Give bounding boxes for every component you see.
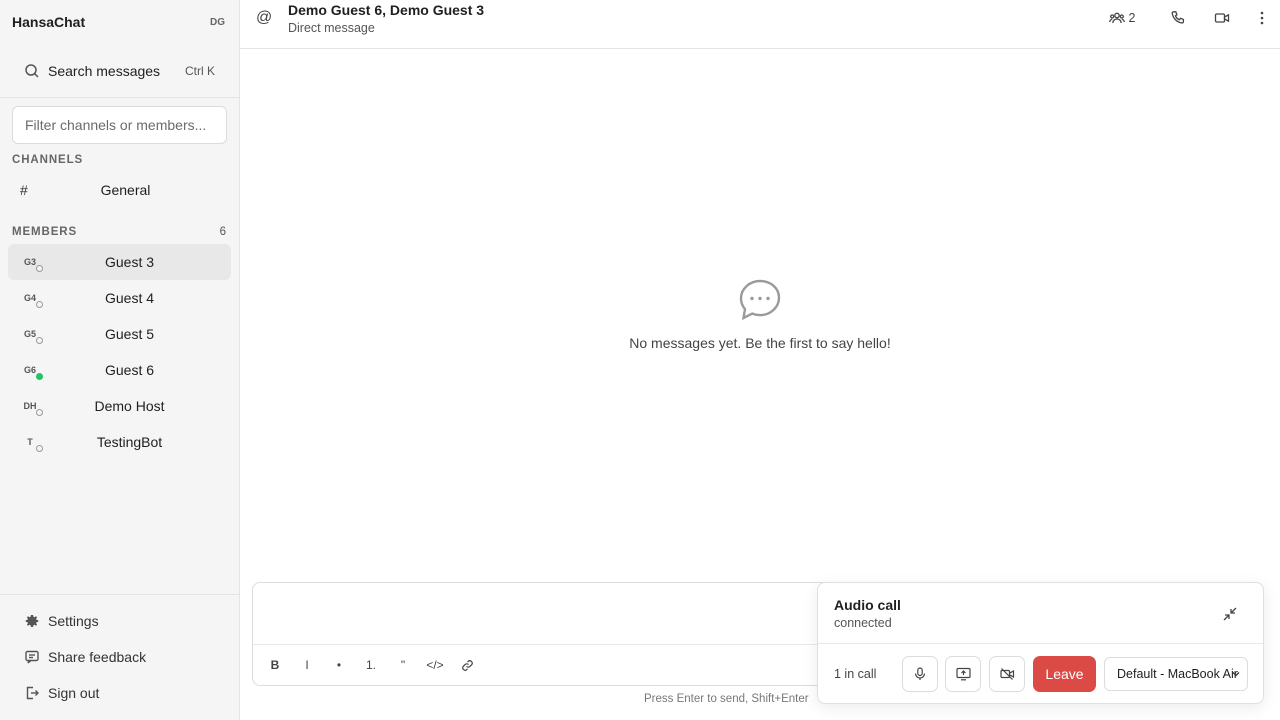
channels-heading: CHANNELS [12, 154, 84, 166]
camera-toggle-button[interactable] [989, 656, 1025, 692]
channel-item-general[interactable]: # General [8, 174, 231, 206]
search-messages-button[interactable]: Search messages Ctrl K [0, 54, 239, 88]
member-name: Guest 6 [104, 362, 155, 378]
share-feedback-button[interactable]: Share feedback [0, 639, 239, 675]
users-icon [1108, 12, 1125, 24]
chat-bubble-icon [739, 279, 781, 321]
empty-state-message: No messages yet. Be the first to say hel… [629, 335, 891, 351]
sidebar-footer: Settings Share feedback Sign out [0, 594, 239, 720]
avatar: DH [20, 396, 43, 416]
call-title: Audio call [834, 597, 901, 613]
video-call-button[interactable] [1200, 0, 1244, 36]
search-label: Search messages [48, 63, 161, 79]
chevron-down-icon [1232, 672, 1240, 677]
link-button[interactable] [451, 649, 483, 681]
italic-button[interactable]: I [291, 649, 323, 681]
call-status: connected [834, 616, 892, 630]
settings-label: Settings [48, 613, 99, 629]
presence-indicator [36, 265, 43, 272]
avatar: T [20, 432, 43, 452]
conversation-subtitle: Direct message [288, 21, 375, 35]
avatar: G6 [20, 360, 43, 380]
video-icon [1214, 13, 1230, 23]
bullet-list-button[interactable]: • [323, 649, 355, 681]
presence-indicator [36, 301, 43, 308]
sign-out-icon [26, 686, 39, 700]
member-item-guest-5[interactable]: G5 Guest 5 [8, 316, 231, 352]
member-name: Guest 5 [104, 326, 155, 342]
member-name: TestingBot [96, 434, 163, 450]
sign-out-label: Sign out [48, 685, 100, 701]
in-call-count: 1 in call [834, 667, 877, 681]
member-item-demo-host[interactable]: DH Demo Host [8, 388, 231, 424]
participants-button[interactable]: 2 [1098, 0, 1146, 36]
member-item-testingbot[interactable]: T TestingBot [8, 424, 231, 460]
channel-label: General [100, 182, 151, 198]
share-feedback-label: Share feedback [48, 649, 147, 665]
more-options-button[interactable] [1244, 0, 1280, 36]
format-toolbar: B I • 1. " </> [259, 649, 483, 681]
call-panel: Audio call connected 1 in call Leave Def… [817, 582, 1264, 704]
channel-hash-icon: # [20, 182, 28, 198]
member-item-guest-6[interactable]: G6 Guest 6 [8, 352, 231, 388]
brand-row: HansaChat DG [0, 0, 239, 44]
conversation-header: @ Demo Guest 6, Demo Guest 3 Direct mess… [240, 0, 1280, 49]
minimize-call-button[interactable] [1219, 603, 1241, 625]
screen-share-icon [955, 667, 971, 681]
presence-indicator [36, 445, 43, 452]
avatar: G5 [20, 324, 43, 344]
call-panel-divider [818, 643, 1263, 644]
more-vertical-icon [1260, 11, 1264, 25]
header-actions: 2 [1098, 0, 1280, 36]
participants-count: 2 [1128, 11, 1136, 25]
bold-button[interactable]: B [259, 649, 291, 681]
members-count: 6 [219, 226, 226, 238]
member-name: Demo Host [94, 398, 165, 414]
gear-icon [25, 615, 39, 627]
app-brand: HansaChat [12, 14, 86, 30]
phone-icon [1171, 11, 1185, 24]
audio-call-button[interactable] [1156, 0, 1200, 36]
member-name: Guest 3 [104, 254, 155, 270]
selected-device: Default - MacBook Air [1117, 667, 1238, 681]
presence-indicator [36, 409, 43, 416]
leave-call-button[interactable]: Leave [1033, 656, 1096, 692]
settings-button[interactable]: Settings [0, 603, 239, 639]
direct-message-icon: @ [256, 9, 273, 26]
sidebar: HansaChat DG Search messages Ctrl K CHAN… [0, 0, 240, 720]
members-list: G3 Guest 3 G4 Guest 4 G5 Guest 5 G6 Gues… [8, 244, 231, 460]
search-shortcut: Ctrl K [185, 64, 215, 78]
numbered-list-button[interactable]: 1. [355, 649, 387, 681]
empty-state: No messages yet. Be the first to say hel… [240, 278, 1280, 351]
avatar: G4 [20, 288, 43, 308]
presence-indicator [36, 337, 43, 344]
composer-hint: Press Enter to send, Shift+Enter [644, 693, 809, 705]
audio-device-select[interactable]: Default - MacBook Air [1104, 657, 1248, 691]
share-screen-button[interactable] [945, 656, 981, 692]
current-user-avatar[interactable]: DG [210, 17, 225, 28]
sidebar-divider [0, 97, 239, 98]
presence-indicator [36, 373, 43, 380]
conversation-title: Demo Guest 6, Demo Guest 3 [288, 2, 485, 18]
member-name: Guest 4 [104, 290, 155, 306]
quote-button[interactable]: " [387, 649, 419, 681]
video-off-icon [999, 668, 1014, 680]
minimize-icon [1223, 607, 1237, 621]
member-item-guest-4[interactable]: G4 Guest 4 [8, 280, 231, 316]
filter-input[interactable] [12, 106, 227, 144]
mute-microphone-button[interactable] [902, 656, 938, 692]
microphone-icon [914, 667, 926, 680]
sign-out-button[interactable]: Sign out [0, 675, 239, 711]
avatar: G3 [20, 252, 43, 272]
members-heading: MEMBERS [12, 226, 78, 238]
search-icon [25, 64, 39, 78]
code-button[interactable]: </> [419, 649, 451, 681]
message-square-icon [25, 650, 39, 664]
member-item-guest-3[interactable]: G3 Guest 3 [8, 244, 231, 280]
link-icon [461, 659, 473, 671]
